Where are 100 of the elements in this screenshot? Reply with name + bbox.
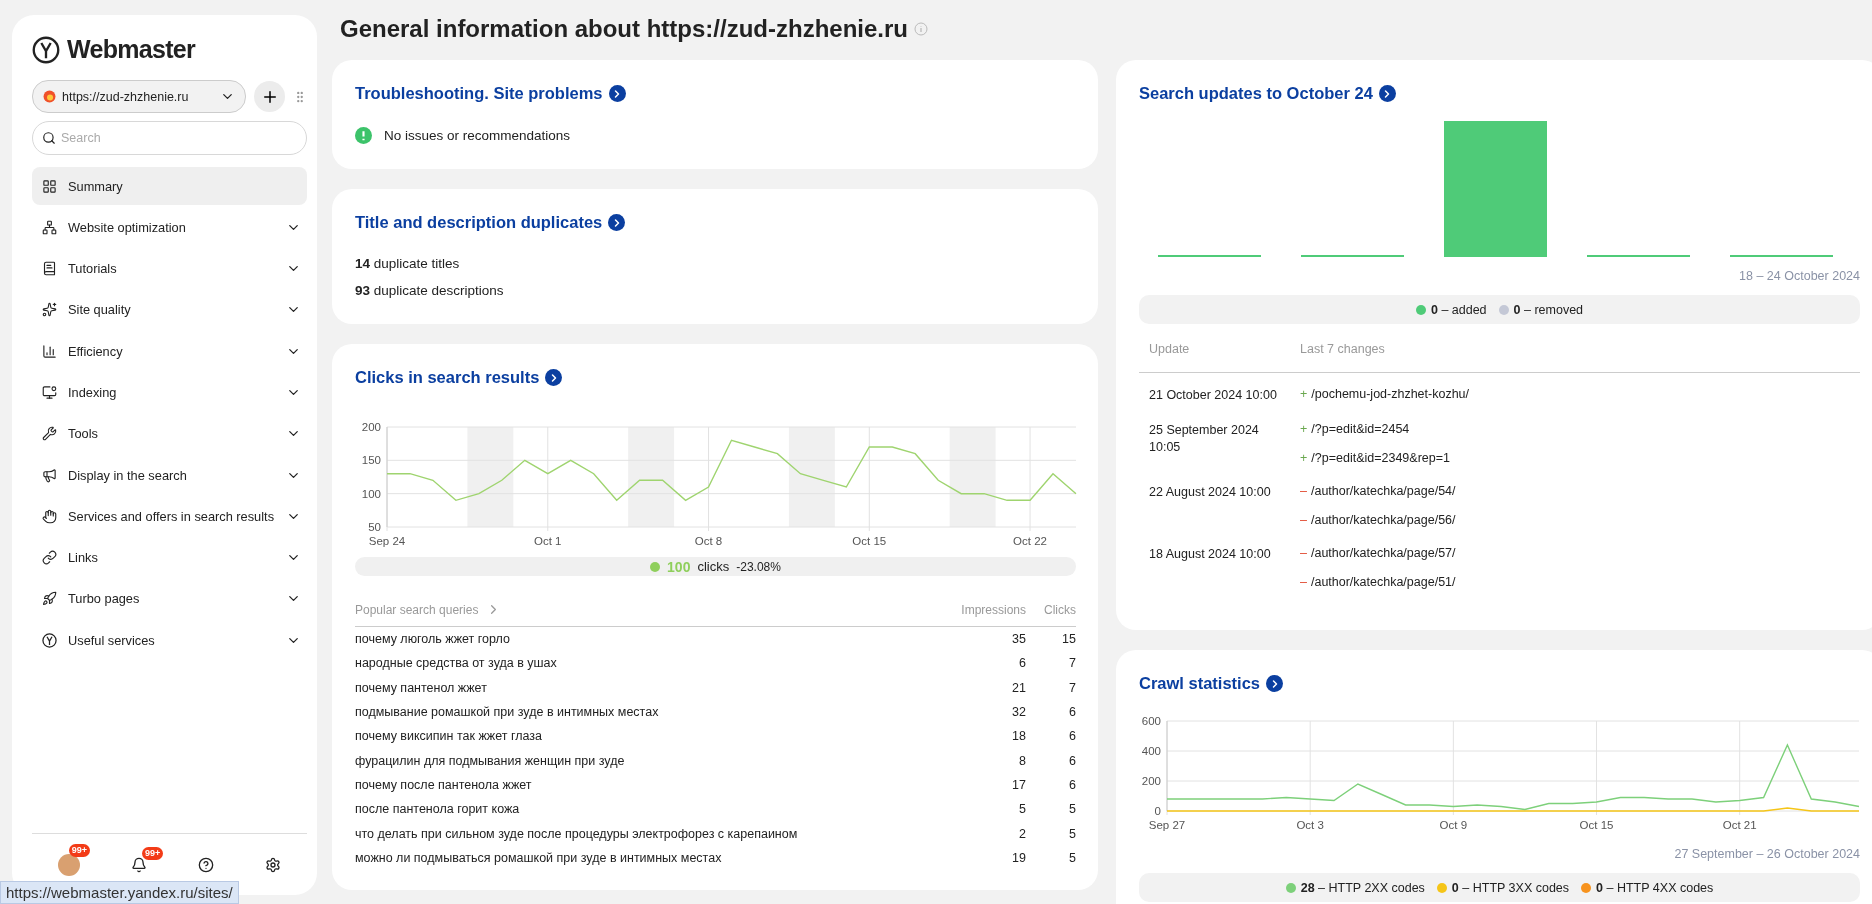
- legend-label: 28 – HTTP 2XX codes: [1300, 880, 1425, 895]
- sitemap-icon: [42, 219, 57, 235]
- search-icon: [42, 131, 56, 145]
- impressions-cell-text: 35: [1011, 632, 1026, 647]
- query-cell-text: фурацилин для подмывания женщин при зуде: [355, 753, 626, 768]
- impressions-cell-text: 5: [1018, 802, 1026, 817]
- settings-icon[interactable]: [265, 856, 282, 873]
- y-tick-label: 400: [1141, 745, 1161, 757]
- y-tick-label: 100: [361, 487, 381, 500]
- update-date: 21 October 2024 10:00: [1149, 387, 1278, 404]
- grid-icon: [42, 178, 57, 194]
- nav-item[interactable]: Tutorials: [32, 249, 307, 288]
- nav-item[interactable]: Useful services: [32, 621, 307, 660]
- impressions-cell-text: 6: [1018, 656, 1026, 671]
- status-message: No issues or recommendations: [384, 128, 571, 143]
- card-title-link[interactable]: Title and description duplicates: [355, 213, 626, 232]
- query-cell-text: подмывание ромашкой при зуде в интимных местах: [355, 705, 660, 720]
- query-cell-text: почему виксипин так жжет глаза: [355, 729, 543, 744]
- x-tick-label: Sep 24: [368, 535, 406, 547]
- x-tick-label: Oct 22: [1013, 535, 1047, 547]
- favicon-icon: [43, 90, 56, 103]
- impressions-cell-text: 18: [1011, 729, 1026, 744]
- count-badge: 99+: [68, 843, 90, 857]
- avatar[interactable]: [57, 853, 80, 876]
- impressions-cell-text: 19: [1011, 850, 1026, 865]
- clicks-cell-text: 5: [1068, 850, 1076, 865]
- clicks-cell-text: 6: [1068, 777, 1076, 792]
- clicks-total: 100: [667, 558, 691, 575]
- changed-url: – /author/katechka/page/51/: [1300, 575, 1457, 590]
- impressions-cell-text: 32: [1011, 705, 1026, 720]
- update-date: 25 September 2024 10:05: [1149, 422, 1260, 456]
- bell-icon[interactable]: [130, 856, 147, 873]
- impressions-cell-text: 17: [1011, 777, 1026, 792]
- nav-item[interactable]: Efficiency: [32, 332, 307, 371]
- nav-item[interactable]: Display in the search: [32, 456, 307, 495]
- period-label: 18 – 24 October 2024: [1738, 269, 1860, 283]
- sparkles-icon: [42, 302, 57, 318]
- clicks-cell-text: 7: [1068, 656, 1076, 671]
- x-tick-label: Oct 15: [1579, 819, 1614, 831]
- search-field[interactable]: Search: [32, 121, 307, 155]
- clicks-cell-text: 5: [1068, 802, 1076, 817]
- column-header: Last 7 changes: [1300, 342, 1386, 356]
- exclamation-icon: [355, 127, 372, 144]
- nav-item[interactable]: Turbo pages: [32, 579, 307, 618]
- book-icon: [42, 261, 57, 277]
- nav-item[interactable]: Summary: [32, 167, 307, 205]
- y-circle-icon: [42, 632, 57, 648]
- add-button[interactable]: [254, 81, 285, 112]
- column-header: Impressions: [960, 602, 1026, 617]
- x-tick-label: Oct 8: [694, 535, 723, 547]
- nav-item[interactable]: Tools: [32, 414, 307, 453]
- clicks-cell-text: 5: [1068, 826, 1076, 841]
- nav-item[interactable]: Website optimization: [32, 208, 307, 247]
- period-label: 27 September – 26 October 2024: [1673, 847, 1860, 861]
- x-tick-label: Sep 27: [1148, 819, 1186, 831]
- x-tick-label: Oct 1: [534, 535, 562, 547]
- link-icon: [42, 550, 57, 566]
- query-cell-text: народные средства от зуда в ушах: [355, 656, 558, 671]
- legend-label: 0 – removed: [1513, 302, 1584, 317]
- clicks-change: -23.08%: [736, 559, 781, 574]
- wrench-icon: [42, 426, 57, 442]
- changed-url: + /?p=edit&id=2349&rep=1: [1300, 451, 1451, 466]
- legend-label: 0 – HTTP 3XX codes: [1451, 880, 1570, 895]
- y-tick-label: 150: [361, 454, 381, 467]
- nav-item[interactable]: Links: [32, 538, 307, 577]
- update-date: 18 August 2024 10:00: [1149, 546, 1272, 564]
- clicks-cell-text: 7: [1068, 680, 1076, 695]
- logo-text: Webmaster: [67, 35, 195, 64]
- changed-url: – /author/katechka/page/57/: [1300, 546, 1457, 561]
- changed-url: + /?p=edit&id=2454: [1300, 422, 1411, 437]
- duplicate-count: 93 duplicate descriptions: [355, 283, 504, 298]
- column-header: Clicks: [1043, 602, 1076, 617]
- card-title-link[interactable]: Search updates to October 24: [1139, 84, 1396, 103]
- y-tick-label: 0: [1154, 805, 1161, 817]
- page-title: General information about https://zud-zhzhenie.ru: [340, 15, 908, 43]
- impressions-cell-text: 8: [1018, 753, 1026, 768]
- changed-url: + /pochemu-jod-zhzhet-kozhu/: [1300, 387, 1471, 401]
- legend-label: clicks: [697, 559, 730, 574]
- logo-icon: [32, 35, 60, 64]
- column-header: Update: [1149, 342, 1191, 356]
- card-title-link[interactable]: Clicks in search results: [355, 368, 563, 387]
- clicks-cell-text: 6: [1068, 729, 1076, 744]
- update-date: 22 August 2024 10:00: [1149, 484, 1272, 502]
- nav-item[interactable]: Site quality: [32, 290, 307, 329]
- query-cell-text: почему пантенол жжет: [355, 680, 488, 695]
- changed-url: – /author/katechka/page/54/: [1300, 484, 1457, 499]
- legend-label: 0 – HTTP 4XX codes: [1596, 880, 1714, 895]
- nav-item[interactable]: Indexing: [32, 373, 307, 412]
- y-tick-label: 600: [1141, 715, 1161, 727]
- x-tick-label: Oct 15: [852, 535, 887, 547]
- nav-item[interactable]: Services and offers in search results: [32, 497, 307, 536]
- impressions-cell-text: 21: [1011, 680, 1026, 695]
- y-tick-label: 200: [1141, 775, 1161, 787]
- help-icon[interactable]: [198, 856, 215, 873]
- card-title-link[interactable]: Troubleshooting. Site problems: [355, 84, 626, 103]
- site-select[interactable]: https://zud-zhzhenie.ru: [32, 80, 246, 113]
- clicks-cell-text: 15: [1061, 632, 1076, 647]
- card-title-link[interactable]: Crawl statistics: [1139, 674, 1284, 693]
- bar-chart-icon: [42, 343, 57, 359]
- query-cell-text: почему люголь жжет горло: [355, 632, 511, 647]
